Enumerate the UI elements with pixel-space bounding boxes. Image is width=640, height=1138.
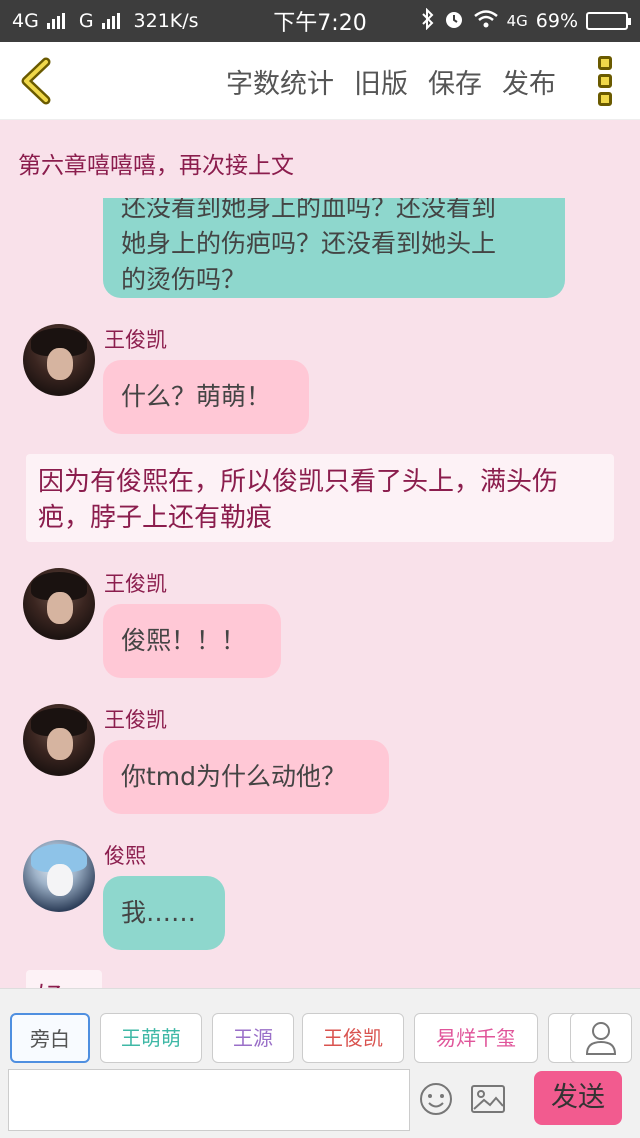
speaker-name: 俊熙 — [104, 844, 146, 868]
publish-button[interactable]: 发布 — [502, 62, 556, 101]
message-bubble[interactable]: 还没看到她身上的血吗？还没看到 她身上的伤疤吗？还没看到她头上 的烫伤吗？ — [103, 198, 565, 298]
character-chip[interactable]: 易烊千玺 — [414, 1013, 538, 1063]
old-version-button[interactable]: 旧版 — [354, 62, 408, 101]
bluetooth-icon — [421, 7, 435, 35]
image-icon — [471, 1085, 505, 1113]
message-bubble[interactable]: 我…… — [103, 876, 225, 950]
message-line: 她身上的伤疤吗？还没看到她头上 — [121, 229, 497, 258]
network-type-g-label: G — [78, 10, 94, 32]
character-chip[interactable]: 王萌萌 — [100, 1013, 202, 1063]
message-line: 还没看到她身上的血吗？还没看到 — [121, 198, 497, 222]
message-bubble[interactable]: 俊熙！！！ — [103, 604, 281, 678]
person-icon — [585, 1022, 617, 1055]
message-line: 的烫伤吗？ — [121, 265, 247, 294]
narration-block[interactable]: 因为有俊熙在，所以俊凯只看了头上，满头伤 疤，脖子上还有勒痕 — [26, 454, 614, 542]
battery-percent: 69% — [535, 10, 578, 32]
character-selector: 旁白 王萌萌 王源 王俊凯 易烊千玺 — [0, 989, 640, 1073]
narration-block[interactable]: 好 可 — [26, 970, 102, 988]
speaker-name: 王俊凯 — [104, 708, 167, 732]
manage-characters-button[interactable] — [570, 1013, 632, 1063]
back-button[interactable] — [16, 56, 56, 106]
chevron-left-icon — [21, 57, 51, 105]
editor-toolbar: 字数统计 旧版 保存 发布 — [0, 42, 640, 120]
avatar[interactable] — [23, 568, 95, 640]
network-speed: 321K/s — [133, 10, 199, 32]
character-chip-narrator[interactable]: 旁白 — [10, 1013, 90, 1063]
network-type-right: 4G — [506, 12, 528, 30]
speaker-name: 王俊凯 — [104, 328, 167, 352]
avatar[interactable] — [23, 840, 95, 912]
save-button[interactable]: 保存 — [428, 62, 482, 101]
image-button[interactable] — [470, 1083, 506, 1115]
wifi-icon — [473, 9, 499, 34]
chapter-title: 第六章嘻嘻嘻，再次接上文 — [18, 153, 294, 179]
battery-icon — [586, 12, 631, 30]
send-button[interactable]: 发送 — [534, 1071, 622, 1125]
message-bubble[interactable]: 什么？萌萌！ — [103, 360, 309, 434]
composer: 旁白 王萌萌 王源 王俊凯 易烊千玺 发送 — [0, 988, 640, 1138]
toolbar-menu: 字数统计 旧版 保存 发布 — [226, 42, 556, 120]
network-type-label: 4G — [12, 10, 39, 32]
character-chip[interactable]: 王源 — [212, 1013, 294, 1063]
narration-line: 疤，脖子上还有勒痕 — [38, 503, 273, 533]
signal-strength-icon — [46, 13, 65, 29]
avatar[interactable] — [23, 704, 95, 776]
narration-line: 因为有俊熙在，所以俊凯只看了头上，满头伤 — [38, 467, 559, 497]
signal-strength-icon-2 — [101, 13, 120, 29]
status-bar: 4G G 321K/s 下午7:20 4G 69% — [0, 0, 640, 42]
chat-area[interactable]: 还没看到她身上的血吗？还没看到 她身上的伤疤吗？还没看到她头上 的烫伤吗？ 王俊… — [0, 198, 640, 988]
more-options-icon[interactable] — [598, 56, 614, 106]
character-chip[interactable]: 王俊凯 — [302, 1013, 404, 1063]
smiley-icon — [420, 1083, 452, 1115]
message-input[interactable] — [8, 1069, 410, 1131]
avatar[interactable] — [23, 324, 95, 396]
alarm-icon — [443, 8, 465, 35]
speaker-name: 王俊凯 — [104, 572, 167, 596]
message-bubble[interactable]: 你tmd为什么动他？ — [103, 740, 389, 814]
emoji-button[interactable] — [418, 1081, 454, 1117]
word-count-button[interactable]: 字数统计 — [226, 62, 334, 101]
